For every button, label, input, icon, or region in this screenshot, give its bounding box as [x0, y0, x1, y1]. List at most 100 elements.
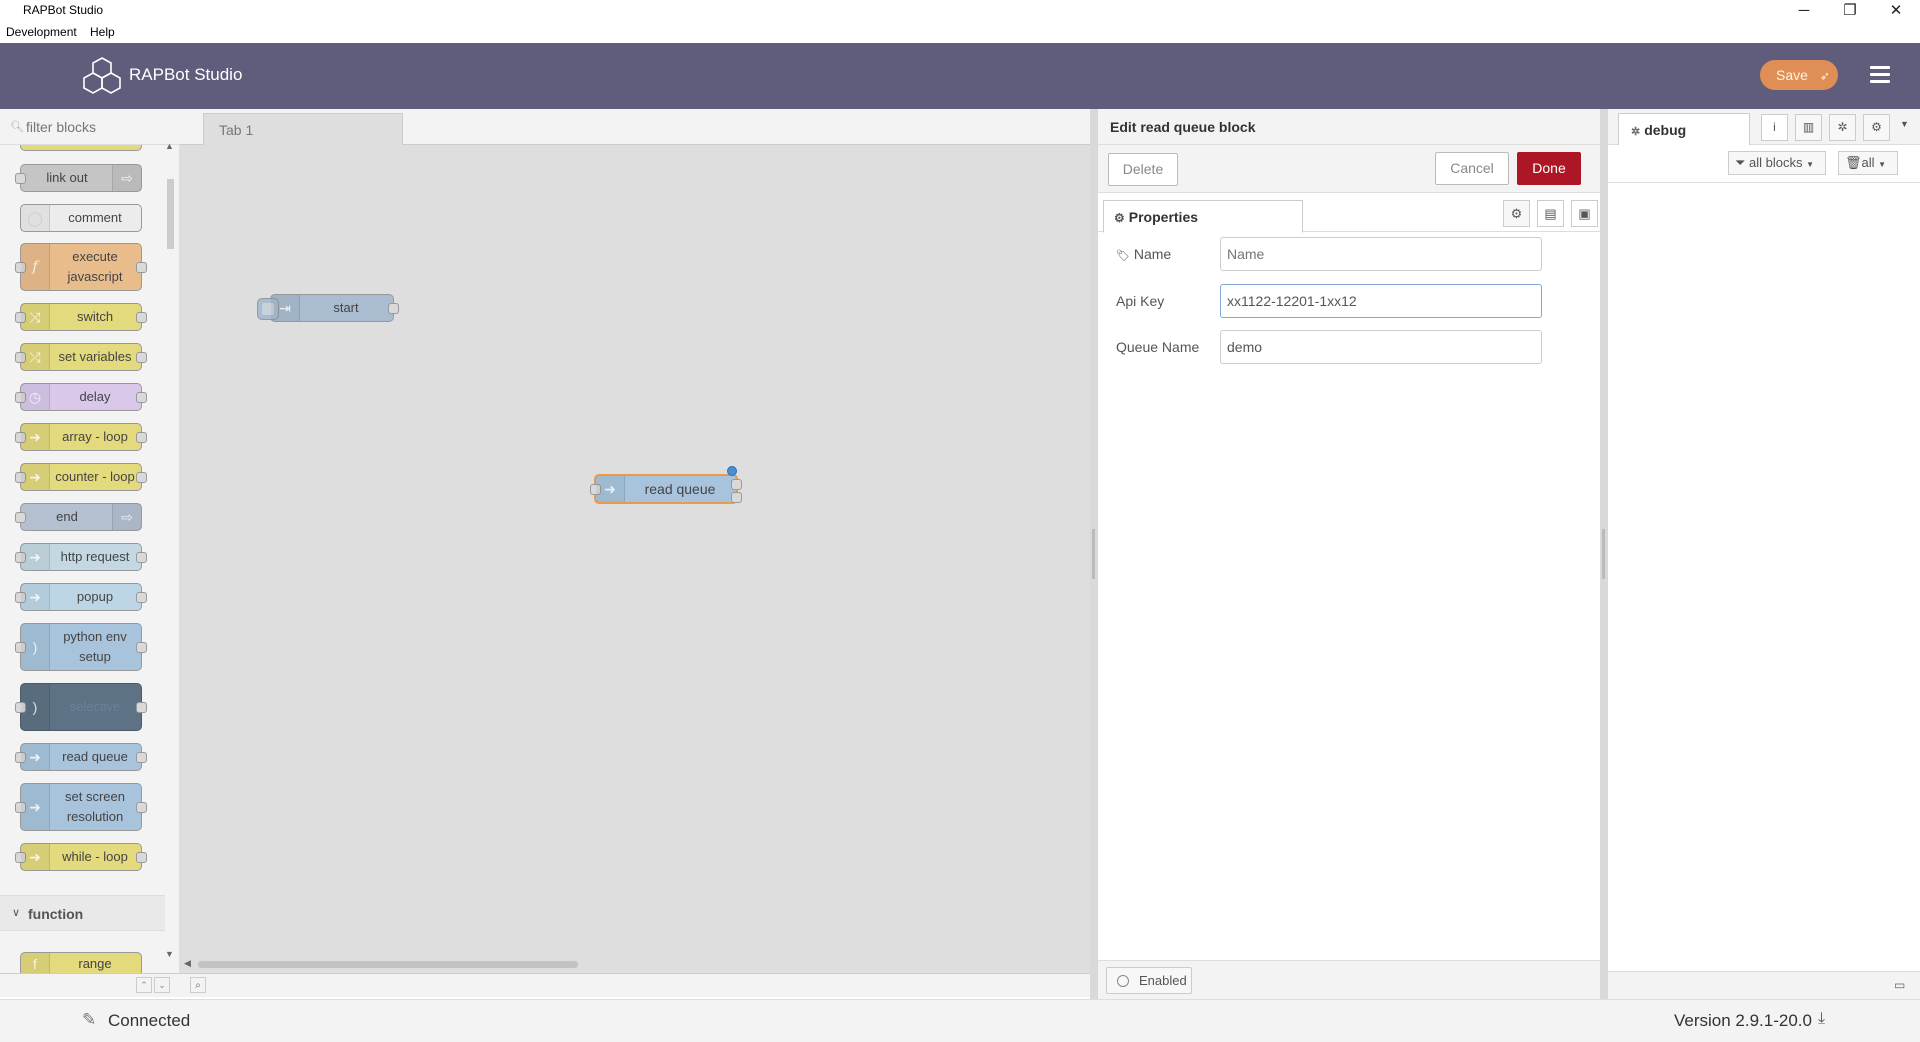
- enabled-toggle[interactable]: Enabled: [1106, 967, 1192, 994]
- download-icon[interactable]: ⤓: [1818, 1010, 1825, 1028]
- function-icon: f: [21, 244, 50, 290]
- collapse-all-icon[interactable]: ⌃: [136, 977, 152, 993]
- palette-node-counter-loop[interactable]: ➜ counter - loop: [15, 463, 147, 491]
- palette-node-http-request[interactable]: ➜ http request: [15, 543, 147, 571]
- switch-icon: ⤨: [21, 304, 50, 330]
- arrow-icon: ➜: [21, 784, 50, 830]
- debug-filters: ⏷ all blocks ▼ 🗑︎all ▼: [1608, 145, 1920, 183]
- workspace-scroll-thumb[interactable]: [198, 961, 578, 968]
- workspace-tab-bar: Tab 1: [180, 109, 1090, 145]
- gear-icon[interactable]: ⚙: [1863, 114, 1890, 141]
- arrow-icon: ➜: [596, 476, 625, 502]
- scroll-left-icon[interactable]: ◀: [184, 958, 191, 969]
- palette-node-comment[interactable]: ◯ comment: [20, 204, 142, 232]
- palette-node-end[interactable]: end ⇨: [15, 503, 142, 531]
- tab-debug[interactable]: ✲ debug: [1618, 113, 1750, 145]
- all-blocks-filter[interactable]: ⏷ all blocks ▼: [1728, 151, 1826, 175]
- tray-header: Edit read queue block: [1098, 109, 1600, 145]
- name-label: 🏷︎ Name: [1116, 246, 1172, 262]
- maximize-button[interactable]: ❐: [1827, 0, 1873, 22]
- plug-icon: ✎: [82, 1010, 97, 1029]
- palette-node-popup[interactable]: ➜ popup: [15, 583, 147, 611]
- palette-scroll-thumb[interactable]: [167, 179, 174, 249]
- expand-all-icon[interactable]: ⌄: [154, 977, 170, 993]
- delete-button[interactable]: Delete: [1108, 153, 1178, 186]
- palette-node-link-out[interactable]: link out ⇨: [15, 164, 142, 192]
- signal-icon: ): [21, 684, 50, 730]
- palette-node-range[interactable]: f range: [20, 952, 142, 974]
- arrow-icon: ➜: [21, 544, 50, 570]
- menu-help[interactable]: Help: [90, 25, 115, 39]
- api-key-field[interactable]: [1220, 284, 1542, 318]
- tag-icon: 🏷︎: [1116, 250, 1130, 262]
- description-icon[interactable]: ▤: [1537, 200, 1564, 227]
- flow-node-start[interactable]: ⇥ start: [257, 294, 399, 322]
- palette-node-array-loop[interactable]: ➜ array - loop: [15, 423, 147, 451]
- workspace-horizontal-scrollbar[interactable]: ◀: [180, 955, 1090, 973]
- scroll-down-icon[interactable]: ▼: [165, 949, 174, 959]
- filter-blocks-input[interactable]: [24, 116, 164, 138]
- tray-resize-handle[interactable]: [1092, 529, 1095, 579]
- palette-footer: ⌃ ⌄: [0, 973, 180, 997]
- appearance-icon[interactable]: ▣: [1571, 200, 1598, 227]
- name-row: 🏷︎ Name: [1098, 237, 1600, 271]
- settings-gear-icon[interactable]: ⚙: [1503, 200, 1530, 227]
- menu-development[interactable]: Development: [6, 25, 77, 39]
- palette-scrollbar[interactable]: ▲ ▼: [165, 141, 175, 959]
- window-title-bar: RAPBot Studio ─ ❐ ✕: [0, 0, 1920, 22]
- queue-name-label: Queue Name: [1116, 339, 1200, 355]
- palette-category-function[interactable]: ∨ function: [0, 895, 165, 931]
- palette-node-execute-javascript[interactable]: f execute javascript: [15, 243, 147, 291]
- main-menu-icon[interactable]: [1868, 63, 1892, 87]
- speech-bubble-icon: ◯: [21, 205, 50, 231]
- app-title: RAPBot Studio: [129, 65, 243, 84]
- search-flows-icon[interactable]: ⌕: [190, 977, 206, 993]
- name-field[interactable]: [1220, 237, 1542, 271]
- sidebar-resize-handle[interactable]: [1602, 529, 1605, 579]
- properties-tab-bar: ⚙ Properties ⚙ ▤ ▣: [1098, 194, 1600, 233]
- sidebar-tab-bar: ✲ debug i ▥ ✲ ⚙ ▼: [1608, 109, 1920, 145]
- signal-icon: ): [21, 624, 50, 670]
- workspace-footer: ⌕: [180, 973, 1090, 997]
- palette-node-switch[interactable]: ⤨ switch: [15, 303, 147, 331]
- save-button[interactable]: Save ➶: [1760, 60, 1838, 90]
- palette-filter[interactable]: 🔍︎: [0, 109, 180, 145]
- info-icon[interactable]: i: [1761, 114, 1788, 141]
- palette-node-read-queue[interactable]: ➜ read queue: [15, 743, 147, 771]
- version-label: Version 2.9.1-20.0: [1674, 1011, 1812, 1030]
- flow-node-read-queue[interactable]: ➜ read queue: [590, 466, 742, 504]
- api-key-row: Api Key: [1098, 284, 1600, 318]
- changed-indicator-icon: [727, 466, 737, 476]
- palette-node-selective[interactable]: ) selective: [15, 683, 147, 731]
- tray-toolbar: Delete Cancel Done: [1098, 145, 1600, 193]
- close-button[interactable]: ✕: [1873, 0, 1919, 22]
- hexagon-logo-icon: [80, 55, 124, 102]
- caret-down-icon[interactable]: ▼: [1900, 119, 1909, 129]
- tray-footer: Enabled: [1098, 960, 1600, 999]
- book-icon[interactable]: ▥: [1795, 114, 1822, 141]
- done-button[interactable]: Done: [1517, 152, 1581, 185]
- gear-icon: ⚙: [1114, 211, 1125, 225]
- rocket-icon: ➶: [1819, 69, 1830, 83]
- cancel-button[interactable]: Cancel: [1435, 152, 1509, 185]
- palette-node-delay[interactable]: ◷ delay: [15, 383, 147, 411]
- flow-canvas[interactable]: ⇥ start ➜ read queue: [180, 145, 1090, 955]
- palette-node-while-loop[interactable]: ➜ while - loop: [15, 843, 147, 871]
- minimize-button[interactable]: ─: [1781, 0, 1827, 22]
- search-icon: 🔍︎: [10, 121, 24, 133]
- clear-all-button[interactable]: 🗑︎all ▼: [1838, 151, 1898, 175]
- function-icon: f: [21, 953, 50, 974]
- palette-node-python-env-setup[interactable]: ) python env setup: [15, 623, 147, 671]
- bug-icon: ✲: [1631, 126, 1641, 138]
- monitor-icon[interactable]: ▭: [1894, 978, 1905, 992]
- bug-icon[interactable]: ✲: [1829, 114, 1856, 141]
- palette-node-set-screen-resolution[interactable]: ➜ set screen resolution: [15, 783, 147, 831]
- arrow-icon: ➜: [21, 464, 50, 490]
- window-title: RAPBot Studio: [23, 3, 104, 17]
- scroll-up-icon[interactable]: ▲: [165, 141, 174, 151]
- tab-1[interactable]: Tab 1: [203, 113, 403, 145]
- tab-properties[interactable]: ⚙ Properties: [1103, 200, 1303, 233]
- queue-name-field[interactable]: [1220, 330, 1542, 364]
- palette-node-set-variables[interactable]: ⤮ set variables: [15, 343, 147, 371]
- flow-workspace: Tab 1 ⇥ start ➜ read queue ◀ ⌕: [180, 109, 1090, 997]
